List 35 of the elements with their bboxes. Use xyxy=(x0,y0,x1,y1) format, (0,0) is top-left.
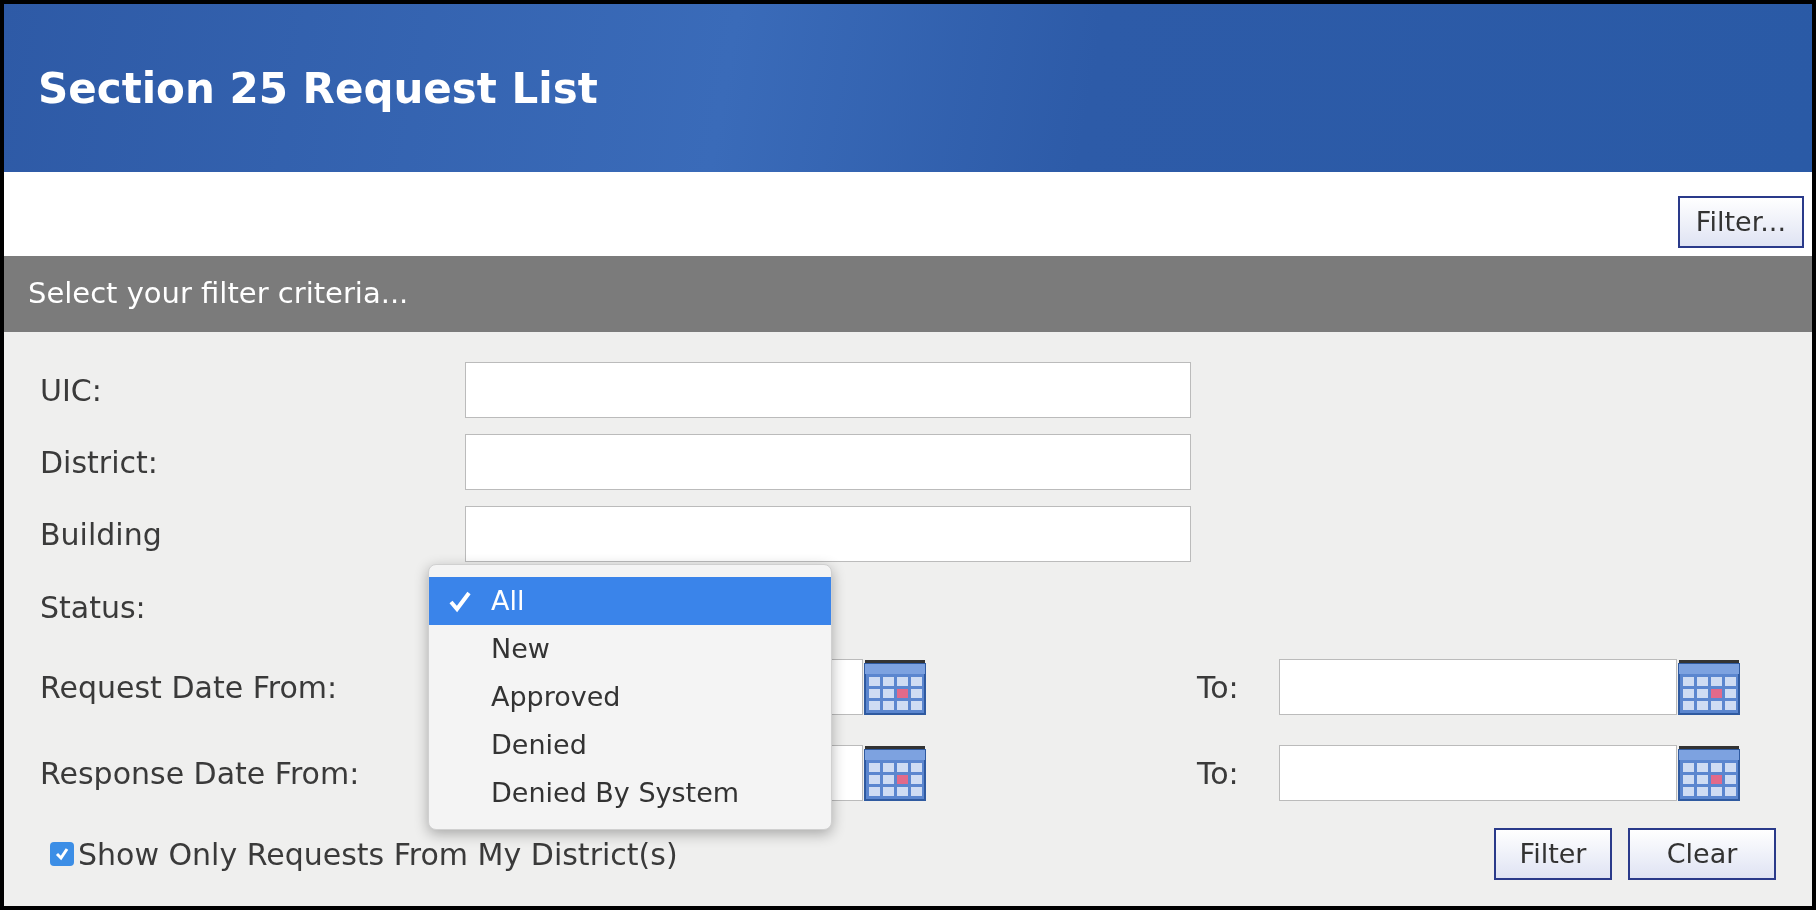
text-field[interactable] xyxy=(465,362,1191,418)
status-option[interactable]: Denied By System xyxy=(429,769,831,817)
text-field[interactable] xyxy=(465,434,1191,490)
district-checkbox[interactable]: Show Only Requests From My District(s) xyxy=(50,831,678,877)
field-label: Response Date From: xyxy=(40,754,361,793)
status-option[interactable]: New xyxy=(429,625,831,673)
field-label: District: xyxy=(40,443,159,482)
field-label: Status: xyxy=(40,588,146,627)
field-label: To: xyxy=(1197,754,1240,793)
date-field[interactable] xyxy=(1279,659,1677,715)
form-button[interactable]: Clear xyxy=(1628,828,1776,880)
calendar-icon[interactable] xyxy=(1677,658,1741,716)
filter-toggle-button[interactable]: Filter... xyxy=(1677,196,1804,248)
check-icon xyxy=(54,846,70,862)
calendar-icon[interactable] xyxy=(863,744,927,802)
option-label: Denied By System xyxy=(491,775,740,810)
text-field[interactable] xyxy=(465,506,1191,562)
calendar-icon[interactable] xyxy=(863,658,927,716)
checkbox[interactable] xyxy=(50,842,74,866)
option-label: Approved xyxy=(491,679,621,714)
filter-panel-heading: Select your filter criteria... xyxy=(28,275,409,313)
option-label: Denied xyxy=(491,727,587,762)
option-label: All xyxy=(491,583,525,618)
field-label: Request Date From: xyxy=(40,668,339,707)
field-label: To: xyxy=(1197,668,1240,707)
page-title: Section 25 Request List xyxy=(38,62,598,115)
field-label: UIC: xyxy=(40,371,103,410)
option-label: New xyxy=(491,631,550,666)
calendar-icon[interactable] xyxy=(1677,744,1741,802)
form-button[interactable]: Filter xyxy=(1494,828,1612,880)
status-option[interactable]: All xyxy=(429,577,831,625)
field-label: Building xyxy=(40,515,163,554)
date-field[interactable] xyxy=(1279,745,1677,801)
status-option[interactable]: Denied xyxy=(429,721,831,769)
status-option[interactable]: Approved xyxy=(429,673,831,721)
